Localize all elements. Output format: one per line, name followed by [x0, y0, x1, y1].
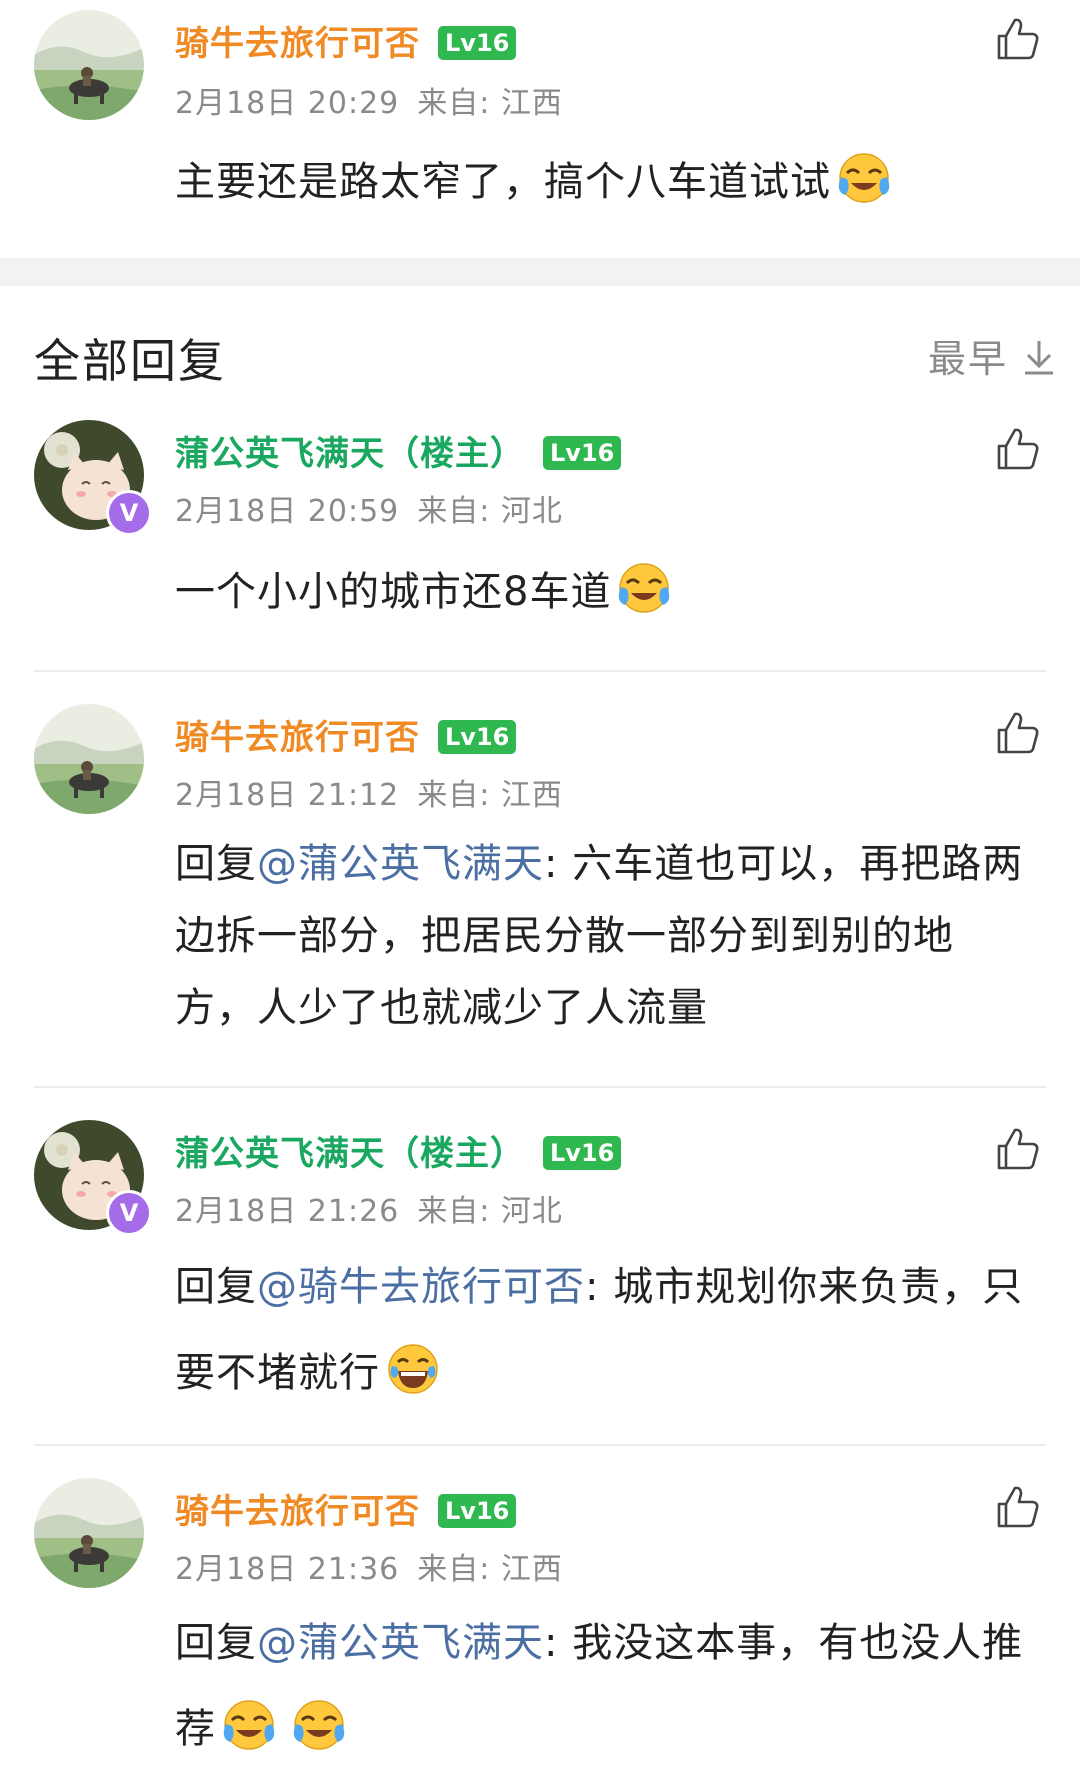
timestamp: 2月18日 21:26	[175, 1194, 400, 1229]
thumbs-up-icon[interactable]	[995, 1126, 1041, 1172]
comment-thread-page: 骑牛去旅行可否 Lv16 2月18日 20:29 来自: 江西 主要还是路太窄了，搞…	[0, 0, 1080, 1778]
timestamp: 2月18日 20:29	[175, 86, 400, 121]
sort-order-button[interactable]: 最早	[928, 328, 1056, 383]
username[interactable]: 蒲公英飞满天（楼主） Lv16	[175, 1126, 622, 1175]
avatar-ox-rider[interactable]	[34, 1478, 144, 1588]
level-badge: Lv16	[438, 1494, 517, 1528]
username-text[interactable]: 蒲公英飞满天	[175, 434, 385, 474]
comment-text: 回复@蒲公英飞满天: 六车道也可以，再把路两边拆一部分，把居民分散一部分到到别的…	[175, 828, 1025, 1044]
avatar-ox-rider[interactable]	[34, 704, 144, 814]
thumbs-up-icon[interactable]	[995, 710, 1041, 756]
divider	[34, 1086, 1046, 1088]
username-text[interactable]: 骑牛去旅行可否	[175, 718, 420, 758]
tears-of-joy-emoji-icon	[388, 1344, 438, 1394]
username-text[interactable]: 骑牛去旅行可否	[175, 1492, 420, 1532]
level-badge: Lv16	[543, 1136, 622, 1170]
thumbs-up-icon[interactable]	[995, 1484, 1041, 1530]
thumbs-up-icon[interactable]	[995, 16, 1041, 62]
comment-text-body: 一个小小的城市还8车道	[175, 569, 612, 615]
username[interactable]: 蒲公英飞满天（楼主） Lv16	[175, 426, 622, 475]
comment-meta: 2月18日 20:59 来自: 河北	[175, 486, 563, 530]
location: 来自: 江西	[417, 1552, 563, 1587]
username[interactable]: 骑牛去旅行可否 Lv16	[175, 16, 517, 65]
timestamp: 2月18日 21:12	[175, 778, 400, 813]
verified-badge-icon: V	[106, 1190, 152, 1236]
comment-text: 回复@骑牛去旅行可否: 城市规划你来负责，只要不堵就行	[175, 1244, 1025, 1416]
username-text[interactable]: 骑牛去旅行可否	[175, 24, 420, 64]
username-text[interactable]: 蒲公英飞满天	[175, 1134, 385, 1174]
crying-laughing-emoji-icon	[293, 1700, 345, 1750]
crying-laughing-emoji-icon	[619, 563, 670, 613]
timestamp: 2月18日 20:59	[175, 494, 400, 529]
reply-prefix: 回复	[175, 1264, 257, 1310]
op-tag: （楼主）	[385, 1134, 525, 1174]
location: 来自: 河北	[417, 1194, 563, 1229]
timestamp: 2月18日 21:36	[175, 1552, 400, 1587]
crying-laughing-emoji-icon	[838, 153, 890, 203]
comment-meta: 2月18日 21:26 来自: 河北	[175, 1186, 563, 1230]
divider	[34, 1444, 1046, 1446]
divider	[34, 670, 1046, 672]
location: 来自: 江西	[417, 86, 563, 121]
section-separator	[0, 258, 1080, 286]
comment-text: 主要还是路太窄了，搞个八车道试试	[175, 146, 1025, 218]
comment-meta: 2月18日 21:36 来自: 江西	[175, 1544, 563, 1588]
level-badge: Lv16	[438, 720, 517, 754]
thumbs-up-icon[interactable]	[995, 426, 1041, 472]
reply-prefix: 回复	[175, 1620, 257, 1666]
avatar-ox-rider[interactable]	[34, 10, 144, 120]
location: 来自: 江西	[417, 778, 563, 813]
mention-link[interactable]: @蒲公英飞满天	[257, 1620, 544, 1666]
username[interactable]: 骑牛去旅行可否 Lv16	[175, 710, 517, 759]
mention-link[interactable]: @蒲公英飞满天	[257, 841, 544, 887]
comment-text-body: 主要还是路太窄了，搞个八车道试试	[175, 159, 831, 205]
comment-text: 一个小小的城市还8车道	[175, 556, 1025, 628]
op-tag: （楼主）	[385, 434, 525, 474]
comment-text: 回复@蒲公英飞满天: 我没这本事，有也没人推荐	[175, 1600, 1025, 1772]
comment-meta: 2月18日 20:29 来自: 江西	[175, 78, 563, 122]
all-replies-title: 全部回复	[34, 334, 226, 388]
level-badge: Lv16	[438, 26, 517, 60]
crying-laughing-emoji-icon	[223, 1700, 275, 1750]
username[interactable]: 骑牛去旅行可否 Lv16	[175, 1484, 517, 1533]
verified-badge-icon: V	[106, 490, 152, 536]
arrow-down-icon[interactable]	[1022, 338, 1056, 376]
comment-meta: 2月18日 21:12 来自: 江西	[175, 770, 563, 814]
mention-link[interactable]: @骑牛去旅行可否	[257, 1264, 585, 1310]
sort-label[interactable]: 最早	[928, 337, 1008, 381]
location: 来自: 河北	[417, 494, 563, 529]
level-badge: Lv16	[543, 436, 622, 470]
reply-prefix: 回复	[175, 841, 257, 887]
